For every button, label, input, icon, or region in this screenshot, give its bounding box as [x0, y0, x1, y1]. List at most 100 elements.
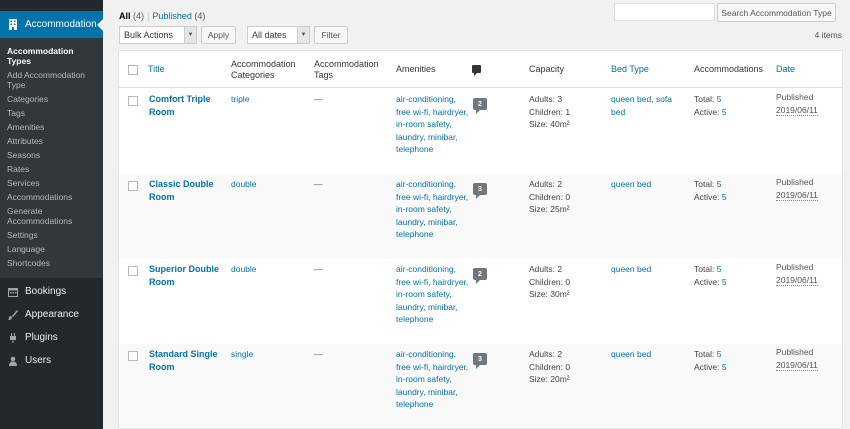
- row-checkbox[interactable]: [128, 266, 138, 276]
- row-accommodations: Total: 5 Active: 5: [694, 263, 727, 288]
- row-title-link[interactable]: Classic Double Room: [149, 178, 224, 203]
- row-title-link[interactable]: Comfort Triple Room: [149, 93, 224, 118]
- column-title[interactable]: Title: [148, 51, 165, 88]
- table-row: Classic Double Room double — air-conditioni…: [119, 174, 842, 259]
- row-amenities-links[interactable]: air-conditioning, free wi-fi, hairdryer,…: [396, 93, 470, 156]
- row-category-link[interactable]: triple: [231, 93, 249, 106]
- menu-label: Users: [25, 355, 52, 366]
- column-date[interactable]: Date: [776, 51, 795, 88]
- row-title-link[interactable]: Standard Single Room: [149, 348, 224, 373]
- menu-accommodation-label: Accommodation: [25, 19, 97, 30]
- active-link[interactable]: 5: [722, 362, 727, 372]
- total-link[interactable]: 5: [717, 179, 722, 189]
- row-bed-type-link[interactable]: queen bed: [611, 178, 679, 191]
- select-all-checkbox[interactable]: [128, 65, 138, 75]
- row-capacity: Adults: 2 Children: 0 Size: 30m²: [529, 263, 570, 301]
- view-filters: All (4) | Published (4): [119, 11, 205, 21]
- admin-sidebar: Accommodation Accommodation Types Add Acc…: [0, 0, 103, 429]
- capacity-adults: Adults: 2: [529, 179, 563, 189]
- search-input[interactable]: [614, 3, 715, 21]
- view-all[interactable]: All (4): [119, 11, 144, 21]
- capacity-adults: Adults: 2: [529, 264, 563, 274]
- capacity-children: Children: 0: [529, 361, 571, 372]
- column-bed-type[interactable]: Bed Type: [611, 51, 649, 88]
- row-checkbox[interactable]: [128, 181, 138, 191]
- table-header: Title Accommodation Categories Accommoda…: [119, 51, 842, 88]
- row-bed-type-link[interactable]: queen bed: [611, 263, 679, 276]
- table-row: Superior Double Room double — air-condition…: [119, 259, 842, 344]
- comment-count-bubble[interactable]: 3: [473, 353, 487, 369]
- comment-count-bubble[interactable]: 3: [473, 183, 487, 199]
- submenu-item[interactable]: Tags: [0, 108, 103, 118]
- menu-appearance[interactable]: Appearance: [0, 303, 103, 326]
- row-accommodations: Total: 5 Active: 5: [694, 178, 727, 203]
- submenu-item[interactable]: Shortcodes: [0, 258, 103, 268]
- total-label: Total:: [694, 179, 715, 189]
- row-amenities-links[interactable]: air-conditioning, free wi-fi, hairdryer,…: [396, 178, 470, 241]
- table-row: Standard Single Room single — air-condition…: [119, 344, 842, 428]
- capacity-children: Children: 0: [529, 276, 571, 287]
- post-status: Published: [776, 92, 814, 102]
- search-button[interactable]: Search Accommodation Type: [717, 3, 836, 22]
- apply-button[interactable]: Apply: [201, 26, 236, 44]
- row-tags: —: [314, 349, 323, 359]
- total-label: Total:: [694, 349, 715, 359]
- submenu-item[interactable]: Categories: [0, 94, 103, 104]
- total-link[interactable]: 5: [717, 94, 722, 104]
- comment-count-bubble[interactable]: 2: [473, 268, 487, 284]
- active-link[interactable]: 5: [722, 192, 727, 202]
- submenu-item[interactable]: Amenities: [0, 122, 103, 132]
- column-tags: Accommodation Tags: [314, 58, 379, 80]
- menu-users[interactable]: Users: [0, 349, 103, 372]
- active-link[interactable]: 5: [722, 107, 727, 117]
- menu-plugins[interactable]: Plugins: [0, 326, 103, 349]
- row-bed-type-link[interactable]: queen bed: [611, 348, 679, 361]
- row-checkbox[interactable]: [128, 96, 138, 106]
- total-label: Total:: [694, 264, 715, 274]
- submenu-item[interactable]: Seasons: [0, 150, 103, 160]
- view-published[interactable]: Published (4): [152, 11, 205, 21]
- total-link[interactable]: 5: [717, 264, 722, 274]
- active-label: Active:: [694, 361, 720, 372]
- row-bed-type-link[interactable]: queen bed, sofa bed: [611, 93, 679, 118]
- plugin-icon: [7, 332, 18, 343]
- menu-label: Plugins: [25, 332, 58, 343]
- row-category-link[interactable]: double: [231, 178, 257, 191]
- chevron-down-icon: ▼: [297, 27, 309, 43]
- comment-count-bubble[interactable]: 2: [473, 98, 487, 114]
- row-amenities-links[interactable]: air-conditioning, free wi-fi, hairdryer,…: [396, 348, 470, 411]
- table-row: Comfort Triple Room triple — air-conditioni…: [119, 89, 842, 174]
- active-link[interactable]: 5: [722, 277, 727, 287]
- row-date: Published 2019/06/11: [776, 176, 818, 201]
- column-capacity: Capacity: [529, 64, 565, 74]
- capacity-size: Size: 40m²: [529, 119, 570, 129]
- total-link[interactable]: 5: [717, 349, 722, 359]
- users-icon: [7, 355, 18, 366]
- submenu-item[interactable]: Accommodation Types: [0, 46, 103, 66]
- menu-accommodation[interactable]: Accommodation: [0, 11, 103, 38]
- submenu-item[interactable]: Add Accommodation Type: [0, 70, 103, 90]
- row-category-link[interactable]: single: [231, 348, 253, 361]
- submenu-item[interactable]: Settings: [0, 230, 103, 240]
- menu-bookings[interactable]: Bookings: [0, 280, 103, 303]
- dates-select[interactable]: All dates ▼: [247, 26, 310, 44]
- column-accommodations: Accommodations: [694, 64, 764, 74]
- submenu-item[interactable]: Language: [0, 244, 103, 254]
- submenu-item[interactable]: Generate Accommodations: [0, 206, 103, 226]
- row-checkbox[interactable]: [128, 351, 138, 361]
- row-amenities-links[interactable]: air-conditioning, free wi-fi, hairdryer,…: [396, 263, 470, 326]
- row-tags: —: [314, 264, 323, 274]
- items-count: 4 items: [814, 30, 842, 40]
- dates-label: All dates: [252, 30, 287, 40]
- row-title-link[interactable]: Superior Double Room: [149, 263, 224, 288]
- active-label: Active:: [694, 106, 720, 117]
- filter-button[interactable]: Filter: [314, 26, 348, 44]
- submenu-item[interactable]: Accommodations: [0, 192, 103, 202]
- bulk-actions-select[interactable]: Bulk Actions ▼: [119, 26, 197, 44]
- submenu-item[interactable]: Services: [0, 178, 103, 188]
- calendar-icon: [7, 286, 18, 297]
- submenu-item[interactable]: Rates: [0, 164, 103, 174]
- row-category-link[interactable]: double: [231, 263, 257, 276]
- capacity-adults: Adults: 3: [529, 94, 563, 104]
- submenu-item[interactable]: Attributes: [0, 136, 103, 146]
